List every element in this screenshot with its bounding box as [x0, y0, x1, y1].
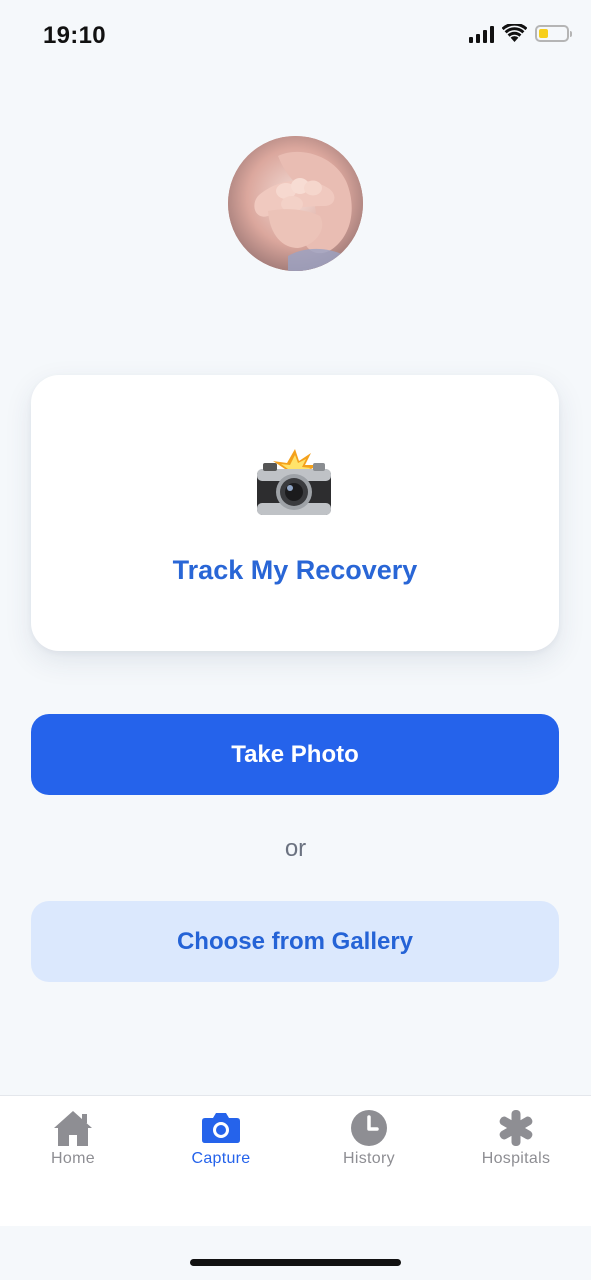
tab-capture-label: Capture [191, 1150, 251, 1167]
tab-home-label: Home [51, 1150, 95, 1167]
avatar [228, 136, 363, 271]
tab-capture[interactable]: Capture [161, 1108, 281, 1178]
wifi-icon [502, 24, 527, 42]
take-photo-button[interactable]: Take Photo [31, 714, 559, 795]
baby-hand-photo [228, 136, 363, 271]
tab-hospitals-label: Hospitals [481, 1150, 551, 1167]
battery-level [539, 29, 548, 38]
recovery-card[interactable]: Track My Recovery [31, 375, 559, 651]
cellular-signal-icon [469, 25, 494, 43]
bottom-safe-area [0, 1226, 591, 1280]
battery-icon [535, 25, 572, 42]
status-bar: 19:10 [0, 0, 591, 74]
home-indicator[interactable] [190, 1259, 401, 1266]
asterisk-icon [494, 1108, 538, 1148]
or-separator: or [284, 835, 307, 862]
tab-hospitals[interactable]: Hospitals [456, 1108, 576, 1178]
tab-history-label: History [343, 1150, 395, 1167]
camera-icon [199, 1108, 243, 1148]
house-icon [51, 1108, 95, 1148]
tab-history[interactable]: History [309, 1108, 429, 1178]
card-title: Track My Recovery [172, 555, 418, 585]
camera-flash-icon [257, 449, 331, 515]
clock-icon [347, 1108, 391, 1148]
choose-from-gallery-button[interactable]: Choose from Gallery [31, 901, 559, 982]
tab-bar: Home Capture History Hospitals [0, 1095, 591, 1226]
tab-home[interactable]: Home [13, 1108, 133, 1178]
status-icons [469, 24, 572, 43]
status-time: 19:10 [43, 22, 106, 49]
